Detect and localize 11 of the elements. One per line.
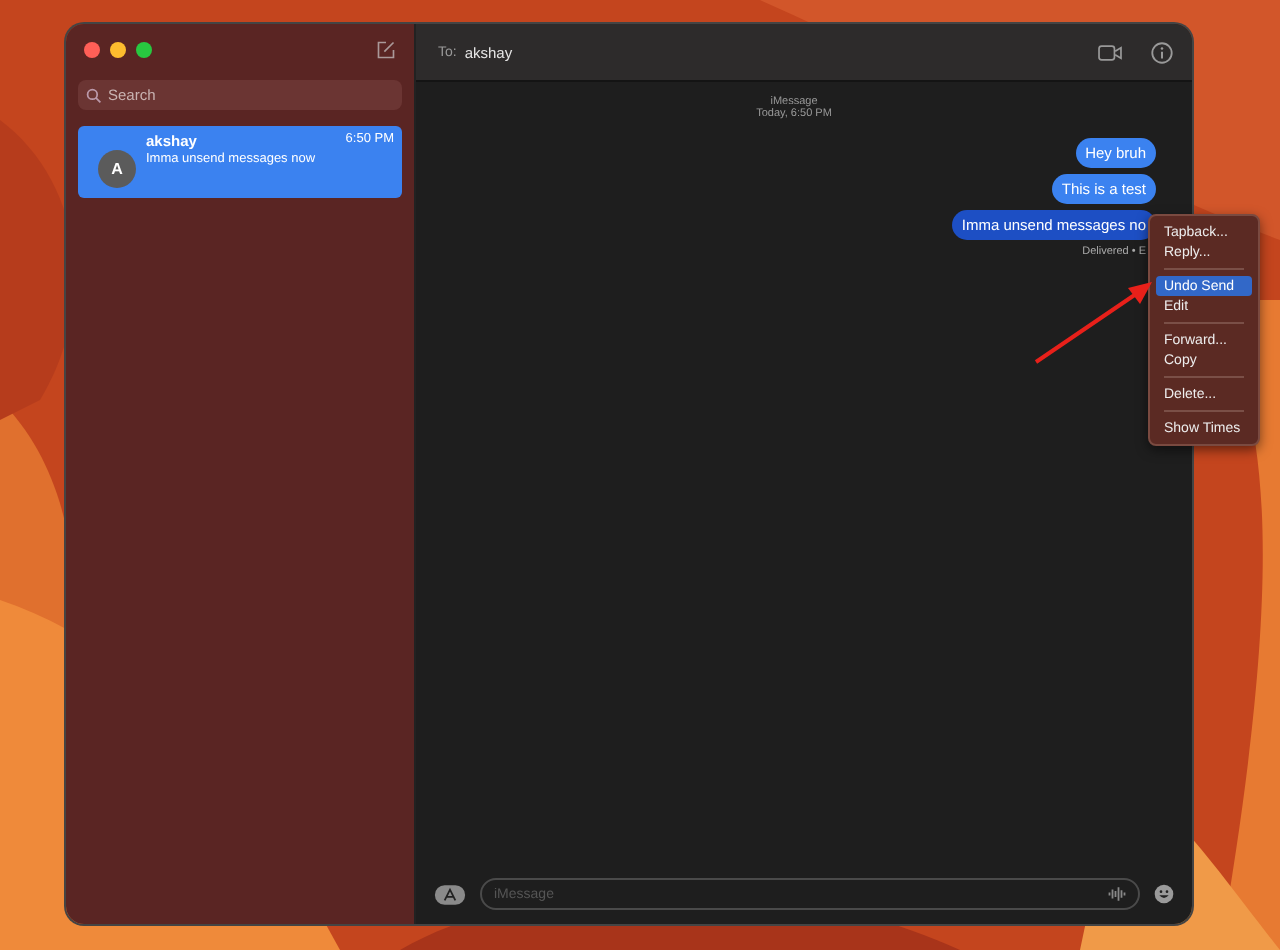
minimize-button[interactable] [110, 42, 126, 58]
video-camera-icon[interactable] [1098, 41, 1122, 63]
arrow-icon [1032, 278, 1156, 366]
compose-icon[interactable] [376, 40, 396, 60]
zoom-button[interactable] [136, 42, 152, 58]
audio-wave-icon[interactable] [1108, 886, 1126, 902]
emoji-icon[interactable] [1154, 884, 1174, 904]
close-button[interactable] [84, 42, 100, 58]
avatar: A [98, 149, 136, 187]
info-icon[interactable] [1150, 41, 1174, 63]
app-store-icon[interactable] [434, 883, 466, 905]
